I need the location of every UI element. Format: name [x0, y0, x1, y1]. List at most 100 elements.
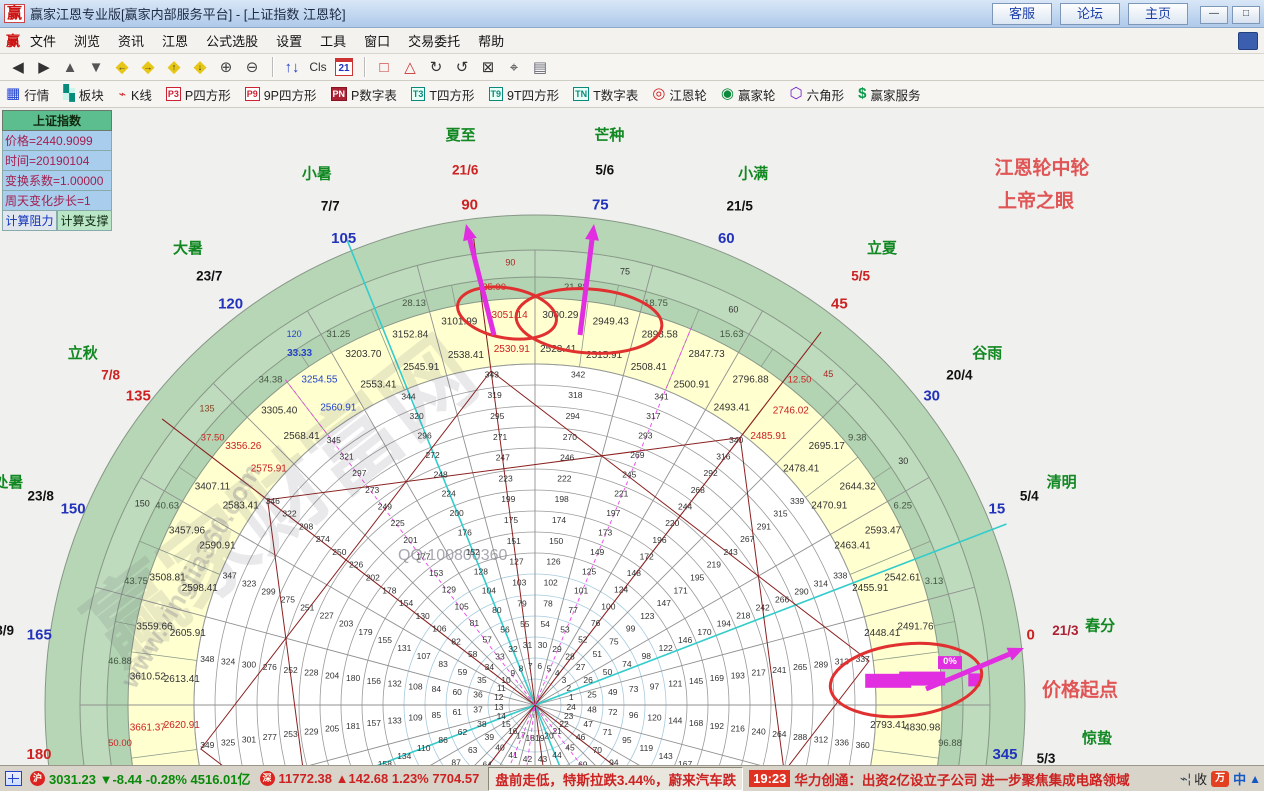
svg-text:123: 123 [640, 611, 654, 621]
service-button[interactable]: $赢家服务 [858, 85, 920, 104]
status-bar: 沪 3031.23 ▼-8.44 -0.28% 4516.01亿 深 11772… [0, 765, 1264, 791]
menu-item-窗口[interactable]: 窗口 [364, 34, 390, 49]
nav-back-icon[interactable]: ◀ [6, 56, 30, 78]
nav-forward-icon[interactable]: ▶ [32, 56, 56, 78]
pan-up-icon-arrow: ↑ [172, 62, 177, 72]
maximize-button[interactable]: □ [1232, 6, 1260, 24]
svg-text:2746.02: 2746.02 [773, 405, 810, 416]
blocks-button[interactable]: ▚板块 [63, 85, 104, 104]
titlebar-button-2[interactable]: 主页 [1128, 3, 1188, 25]
mdi-window-icon[interactable] [1238, 32, 1258, 50]
svg-text:276: 276 [263, 662, 277, 672]
t9-square-button[interactable]: T99T四方形 [489, 85, 560, 104]
pan-down-icon[interactable]: ◆↓ [188, 56, 212, 78]
svg-text:203: 203 [339, 619, 353, 629]
svg-text:小满: 小满 [738, 164, 768, 182]
svg-text:50: 50 [603, 667, 613, 677]
menu-item-工具[interactable]: 工具 [320, 34, 346, 49]
p-table-button[interactable]: PNP数字表 [331, 85, 397, 104]
svg-text:2493.41: 2493.41 [714, 403, 751, 414]
crosshair-icon[interactable]: ⌖ [502, 56, 526, 78]
svg-text:243: 243 [724, 547, 738, 557]
menu-item-资讯[interactable]: 资讯 [118, 34, 144, 49]
svg-text:62: 62 [458, 727, 468, 737]
pan-left-icon[interactable]: ◆← [110, 56, 134, 78]
pan-right-icon[interactable]: ◆→ [136, 56, 160, 78]
svg-text:322: 322 [282, 509, 296, 519]
svg-text:2478.41: 2478.41 [783, 464, 820, 475]
svg-text:103: 103 [512, 578, 526, 588]
t-square-button[interactable]: T3T四方形 [411, 85, 475, 104]
minimize-button[interactable]: — [1200, 6, 1228, 24]
svg-text:2538.41: 2538.41 [448, 350, 485, 361]
svg-text:336: 336 [835, 737, 849, 747]
nav-up-icon[interactable]: ▲ [58, 56, 82, 78]
svg-text:3305.40: 3305.40 [261, 405, 298, 416]
svg-text:205: 205 [325, 724, 339, 734]
svg-text:86: 86 [438, 735, 448, 745]
kline-button[interactable]: ⌁K线 [118, 85, 152, 104]
t-table-button[interactable]: TNT数字表 [573, 85, 638, 104]
svg-text:126: 126 [546, 557, 560, 567]
svg-text:85: 85 [432, 710, 442, 720]
input-mode-label[interactable]: 中 [1233, 769, 1246, 788]
nav-down-icon[interactable]: ▼ [84, 56, 108, 78]
quote-grid-icon[interactable] [5, 771, 22, 786]
sz-index-quote[interactable]: 11772.38 ▲142.68 1.23% 7704.57 [279, 771, 480, 786]
menu-item-江恩[interactable]: 江恩 [162, 34, 188, 49]
quotes-button-icon: ▦ [6, 88, 20, 100]
menu-item-帮助[interactable]: 帮助 [478, 34, 504, 49]
zoom-in-icon[interactable]: ⊕ [214, 56, 238, 78]
svg-text:272: 272 [426, 450, 440, 460]
news-ticker[interactable]: 盘前走低，特斯拉跌3.44%，蔚来汽车跌 [488, 767, 743, 791]
svg-text:177: 177 [416, 551, 430, 561]
svg-text:75: 75 [620, 266, 630, 276]
board-icon[interactable]: ▤ [528, 56, 552, 78]
news-headline[interactable]: 华力创通：出资2亿设立子公司 进一步聚焦集成电路领域 [794, 769, 1129, 789]
svg-text:惊蛰: 惊蛰 [1082, 729, 1112, 747]
menu-item-设置[interactable]: 设置 [276, 34, 302, 49]
svg-text:小暑: 小暑 [302, 164, 332, 182]
svg-text:2620.91: 2620.91 [164, 720, 201, 731]
svg-text:165: 165 [27, 627, 52, 644]
input-method-icon[interactable]: 万 [1211, 771, 1229, 787]
svg-text:4: 4 [555, 668, 560, 678]
calendar-icon[interactable]: 21 [332, 56, 356, 78]
svg-text:345: 345 [992, 746, 1017, 763]
pan-up-icon[interactable]: ◆↑ [162, 56, 186, 78]
svg-text:312: 312 [814, 735, 828, 745]
triangle-tool-icon[interactable]: △ [398, 56, 422, 78]
svg-text:121: 121 [668, 679, 682, 689]
svg-text:157: 157 [367, 718, 381, 728]
menu-bar: 赢 文件浏览资讯江恩公式选股设置工具窗口交易委托帮助 [0, 28, 1264, 54]
calc-resistance-button[interactable]: 计算阻力 [2, 211, 57, 231]
gann-wheel-button[interactable]: ◎江恩轮 [652, 85, 707, 104]
menu-item-文件[interactable]: 文件 [30, 34, 56, 49]
p-square-button[interactable]: P3P四方形 [166, 85, 231, 104]
svg-text:2440.91: 2440.91 [904, 108, 941, 111]
menu-item-浏览[interactable]: 浏览 [74, 34, 100, 49]
zoom-out-icon[interactable]: ⊖ [240, 56, 264, 78]
svg-text:178: 178 [382, 585, 396, 595]
svg-text:63: 63 [468, 745, 478, 755]
square-tool-icon[interactable]: □ [372, 56, 396, 78]
titlebar-button-0[interactable]: 客服 [992, 3, 1052, 25]
delete-box-icon[interactable]: ⊠ [476, 56, 500, 78]
p9-square-button[interactable]: P99P四方形 [245, 85, 317, 104]
rotate-cw-icon[interactable]: ↻ [424, 56, 448, 78]
titlebar-button-1[interactable]: 论坛 [1060, 3, 1120, 25]
gann-wheel-chart[interactable]: 赢家财富网www.yingjia360.comQQ:10080036012345… [0, 108, 1264, 765]
svg-text:321: 321 [340, 452, 354, 462]
quotes-button[interactable]: ▦行情 [6, 85, 49, 104]
sh-index-quote[interactable]: 3031.23 ▼-8.44 -0.28% 4516.01亿 [49, 769, 251, 788]
winner-wheel-button[interactable]: ◉赢家轮 [721, 85, 776, 104]
menu-item-交易委托[interactable]: 交易委托 [408, 34, 460, 49]
rotate-ccw-icon[interactable]: ↺ [450, 56, 474, 78]
svg-text:37: 37 [473, 705, 483, 715]
hexagon-button[interactable]: ⬡六角形 [790, 85, 845, 104]
updown-arrows-icon[interactable]: ↑↓ [280, 56, 304, 78]
svg-text:60: 60 [718, 230, 735, 247]
cls-button[interactable]: Cls [306, 56, 330, 78]
menu-item-公式选股[interactable]: 公式选股 [206, 34, 258, 49]
calc-support-button[interactable]: 计算支撑 [57, 211, 112, 231]
